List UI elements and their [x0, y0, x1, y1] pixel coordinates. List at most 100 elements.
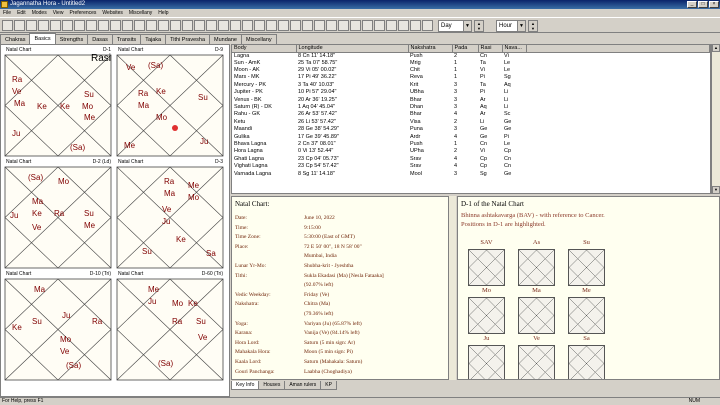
settings-icon[interactable]: [422, 20, 433, 31]
image-icon[interactable]: [410, 20, 421, 31]
tab-transits[interactable]: Transits: [111, 34, 142, 44]
menu-edit[interactable]: Edit: [17, 9, 26, 17]
col-body[interactable]: Body: [232, 45, 297, 53]
bav-mini-chart[interactable]: [518, 345, 555, 379]
col-rasi[interactable]: Rasi: [478, 45, 503, 53]
scroll-down-icon[interactable]: ▼: [712, 186, 720, 194]
menu-file[interactable]: File: [3, 9, 11, 17]
table-row[interactable]: Sun - AmK 25 Ta 07' 58.75" Mrig 1 Ta Le: [232, 60, 710, 67]
bav-mini-chart[interactable]: [518, 297, 555, 334]
tray-icon[interactable]: [338, 20, 349, 31]
table-row[interactable]: Lagna 8 Cn 11' 14.18" Push 2 Cn Vi: [232, 52, 710, 60]
menu-view[interactable]: View: [53, 9, 64, 17]
clock-icon[interactable]: [194, 20, 205, 31]
a-icon[interactable]: [362, 20, 373, 31]
close-button[interactable]: ×: [709, 1, 719, 8]
tab-chakras[interactable]: Chakras: [0, 34, 31, 44]
box-icon[interactable]: [122, 20, 133, 31]
table-row[interactable]: Rahu - GK 26 Ar 53' 57.42" Bhar 4 Ar Sc: [232, 111, 710, 118]
table-row[interactable]: Mars - MK 17 Pi 49' 36.22" Reva 1 Pi Sg: [232, 74, 710, 81]
planet-table[interactable]: Body Longitude Nakshatra Pada Rasi Nava.…: [231, 44, 711, 194]
refresh-icon[interactable]: [110, 20, 121, 31]
tab-mundane[interactable]: Mundane: [209, 34, 242, 44]
display-icon[interactable]: [134, 20, 145, 31]
grid-icon[interactable]: [74, 20, 85, 31]
col-navamsa[interactable]: Nava...: [502, 45, 527, 53]
table-row[interactable]: Moon - AK 29 Vi 05' 00.02" Chit 1 Vi Le: [232, 67, 710, 74]
time-spinner[interactable]: ▲ ▼: [474, 20, 484, 32]
n-icon[interactable]: [170, 20, 181, 31]
print-icon[interactable]: [38, 20, 49, 31]
table-row[interactable]: Maandi 28 Ge 38' 54.29" Puna 3 Ge Ge: [232, 126, 710, 133]
bav-mini-chart[interactable]: [518, 249, 555, 286]
new-file-icon[interactable]: [2, 20, 13, 31]
panel-icon[interactable]: [278, 20, 289, 31]
copy-icon[interactable]: [50, 20, 61, 31]
book-icon[interactable]: [182, 20, 193, 31]
table-row[interactable]: Jupiter - PK 10 Pi 57' 29.04" UBha 3 Pi Li: [232, 89, 710, 96]
chart-d1[interactable]: Natal Chart D-1 Rasi Ra Ve Ma Ke Ju Ke S…: [4, 47, 112, 157]
menu-help[interactable]: Help: [158, 9, 168, 17]
calendar-icon[interactable]: [86, 20, 97, 31]
chart-icon[interactable]: [158, 20, 169, 31]
person-icon[interactable]: [98, 20, 109, 31]
bav-mini-chart[interactable]: [468, 345, 505, 379]
table-row[interactable]: Vighati Lagna 23 Cp 54' 57.42" Srav 4 Cp Cn: [232, 163, 710, 170]
stack-icon[interactable]: [314, 20, 325, 31]
tab-aman-rulers[interactable]: Aman rulers: [284, 381, 322, 390]
card-icon[interactable]: [326, 20, 337, 31]
tab-basics[interactable]: Basics: [29, 33, 56, 44]
col-pada[interactable]: Pada: [452, 45, 479, 53]
tab-miscellany[interactable]: Miscellany: [240, 34, 277, 44]
chart-d9[interactable]: Natal Chart D-9 Ve (Sa) Ra Ma Ke Mo Me S…: [116, 47, 224, 157]
house-icon[interactable]: [230, 20, 241, 31]
scroll-up-icon[interactable]: ▲: [712, 44, 720, 52]
chip-icon[interactable]: [302, 20, 313, 31]
time-unit-select[interactable]: Day ▼: [438, 20, 472, 32]
f-icon[interactable]: [374, 20, 385, 31]
table-row[interactable]: Venus - BK 20 Ar 36' 19.25" Bhar 3 Ar Li: [232, 96, 710, 103]
table-row[interactable]: Ketu 26 Li 53' 57.42" Visa 2 Li Ge: [232, 119, 710, 126]
tab-tithi-pravesha[interactable]: Tithi Pravesha: [165, 34, 211, 44]
table-row[interactable]: Gulika 17 Ge 39' 45.89" Ardr 4 Ge Pi: [232, 133, 710, 140]
info-scrollbar[interactable]: [448, 196, 456, 380]
info-icon[interactable]: [350, 20, 361, 31]
list-icon[interactable]: [146, 20, 157, 31]
time-unit-select-2[interactable]: Hour ▼: [496, 20, 526, 32]
save-icon[interactable]: [26, 20, 37, 31]
chart-d2[interactable]: Natal Chart D-2 (Ld) (Sa) Mo Ma Ke Ju Ve…: [4, 159, 112, 269]
chart-d60[interactable]: Natal Chart D-60 (Tri) Me Ju Mo Ke Ra Su…: [116, 271, 224, 381]
tab-key-info[interactable]: Key Info: [231, 381, 260, 390]
chart-d10[interactable]: Natal Chart D-10 (Tri) Ma Su Ke Ju Ra Mo…: [4, 271, 112, 381]
menu-preferences[interactable]: Preferences: [69, 9, 96, 17]
tab-tajaka[interactable]: Tajaka: [140, 34, 167, 44]
window-icon[interactable]: [290, 20, 301, 31]
table-row[interactable]: Varnada Lagna 8 Sg 11' 14.18" Mool 3 Sg Ge: [232, 170, 710, 177]
table-row[interactable]: Bhava Lagna 2 Cn 37' 08.01" Push 1 Cn Le: [232, 141, 710, 148]
col-longitude[interactable]: Longitude: [296, 45, 409, 53]
time-spinner-2[interactable]: ▲ ▼: [528, 20, 538, 32]
menu-miscellany[interactable]: Miscellany: [129, 9, 152, 17]
bav-mini-chart[interactable]: [568, 297, 605, 334]
bav-mini-chart[interactable]: [568, 249, 605, 286]
table-row[interactable]: Ghati Lagna 23 Cp 04' 05.73" Srav 4 Cp Cn: [232, 156, 710, 163]
grid-view-icon[interactable]: [242, 20, 253, 31]
star-icon[interactable]: [206, 20, 217, 31]
col-nakshatra[interactable]: Nakshatra: [408, 45, 453, 53]
table-row[interactable]: Saturn (R) - DK 1 Aq 04' 45.04" Dhan 3 Aq Li: [232, 104, 710, 111]
layout-icon[interactable]: [254, 20, 265, 31]
tab-kp[interactable]: KP: [320, 381, 337, 390]
table-row[interactable]: Mercury - PK 3 Ta 40' 10.03" Krit 3 Ta Aq: [232, 82, 710, 89]
bav-mini-chart[interactable]: [468, 297, 505, 334]
keyboard-icon[interactable]: [266, 20, 277, 31]
menu-modes[interactable]: Modes: [32, 9, 47, 17]
tab-dasas[interactable]: Dasas: [87, 34, 113, 44]
bav-mini-chart[interactable]: [568, 345, 605, 379]
tab-houses[interactable]: Houses: [258, 381, 286, 390]
table-row[interactable]: Hora Lagna 0 Vi 13' 52.44" UPha 2 Vi Cp: [232, 148, 710, 155]
chart-d3[interactable]: Natal Chart D-3 Ra Ma Me Mo Ve Ju Ke Sa …: [116, 159, 224, 269]
minimize-button[interactable]: _: [687, 1, 697, 8]
t-icon[interactable]: [386, 20, 397, 31]
table-scrollbar[interactable]: ▲ ▼: [711, 44, 720, 194]
globe-icon[interactable]: [218, 20, 229, 31]
